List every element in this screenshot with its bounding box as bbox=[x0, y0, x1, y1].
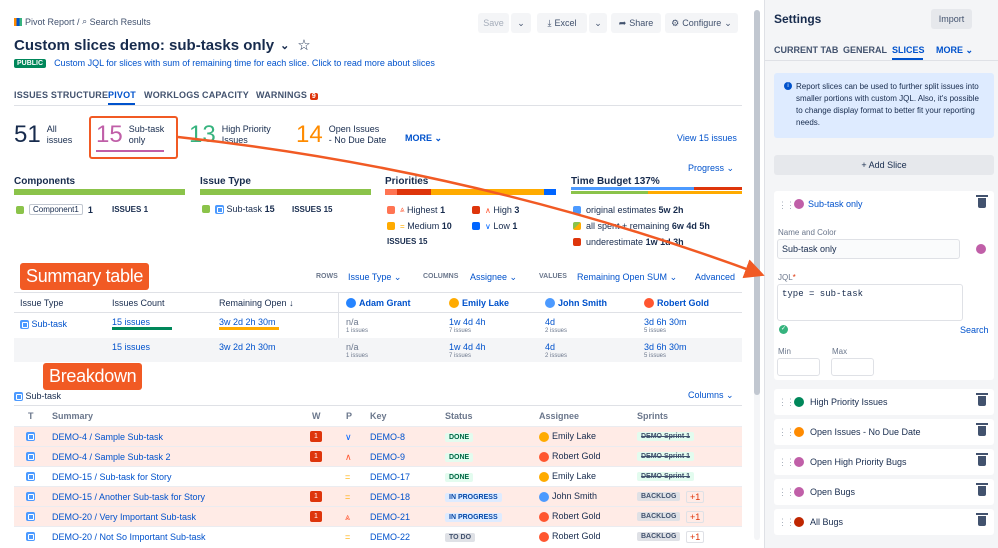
arrow-to-jql bbox=[177, 135, 765, 279]
annotation-arrows bbox=[177, 135, 765, 279]
